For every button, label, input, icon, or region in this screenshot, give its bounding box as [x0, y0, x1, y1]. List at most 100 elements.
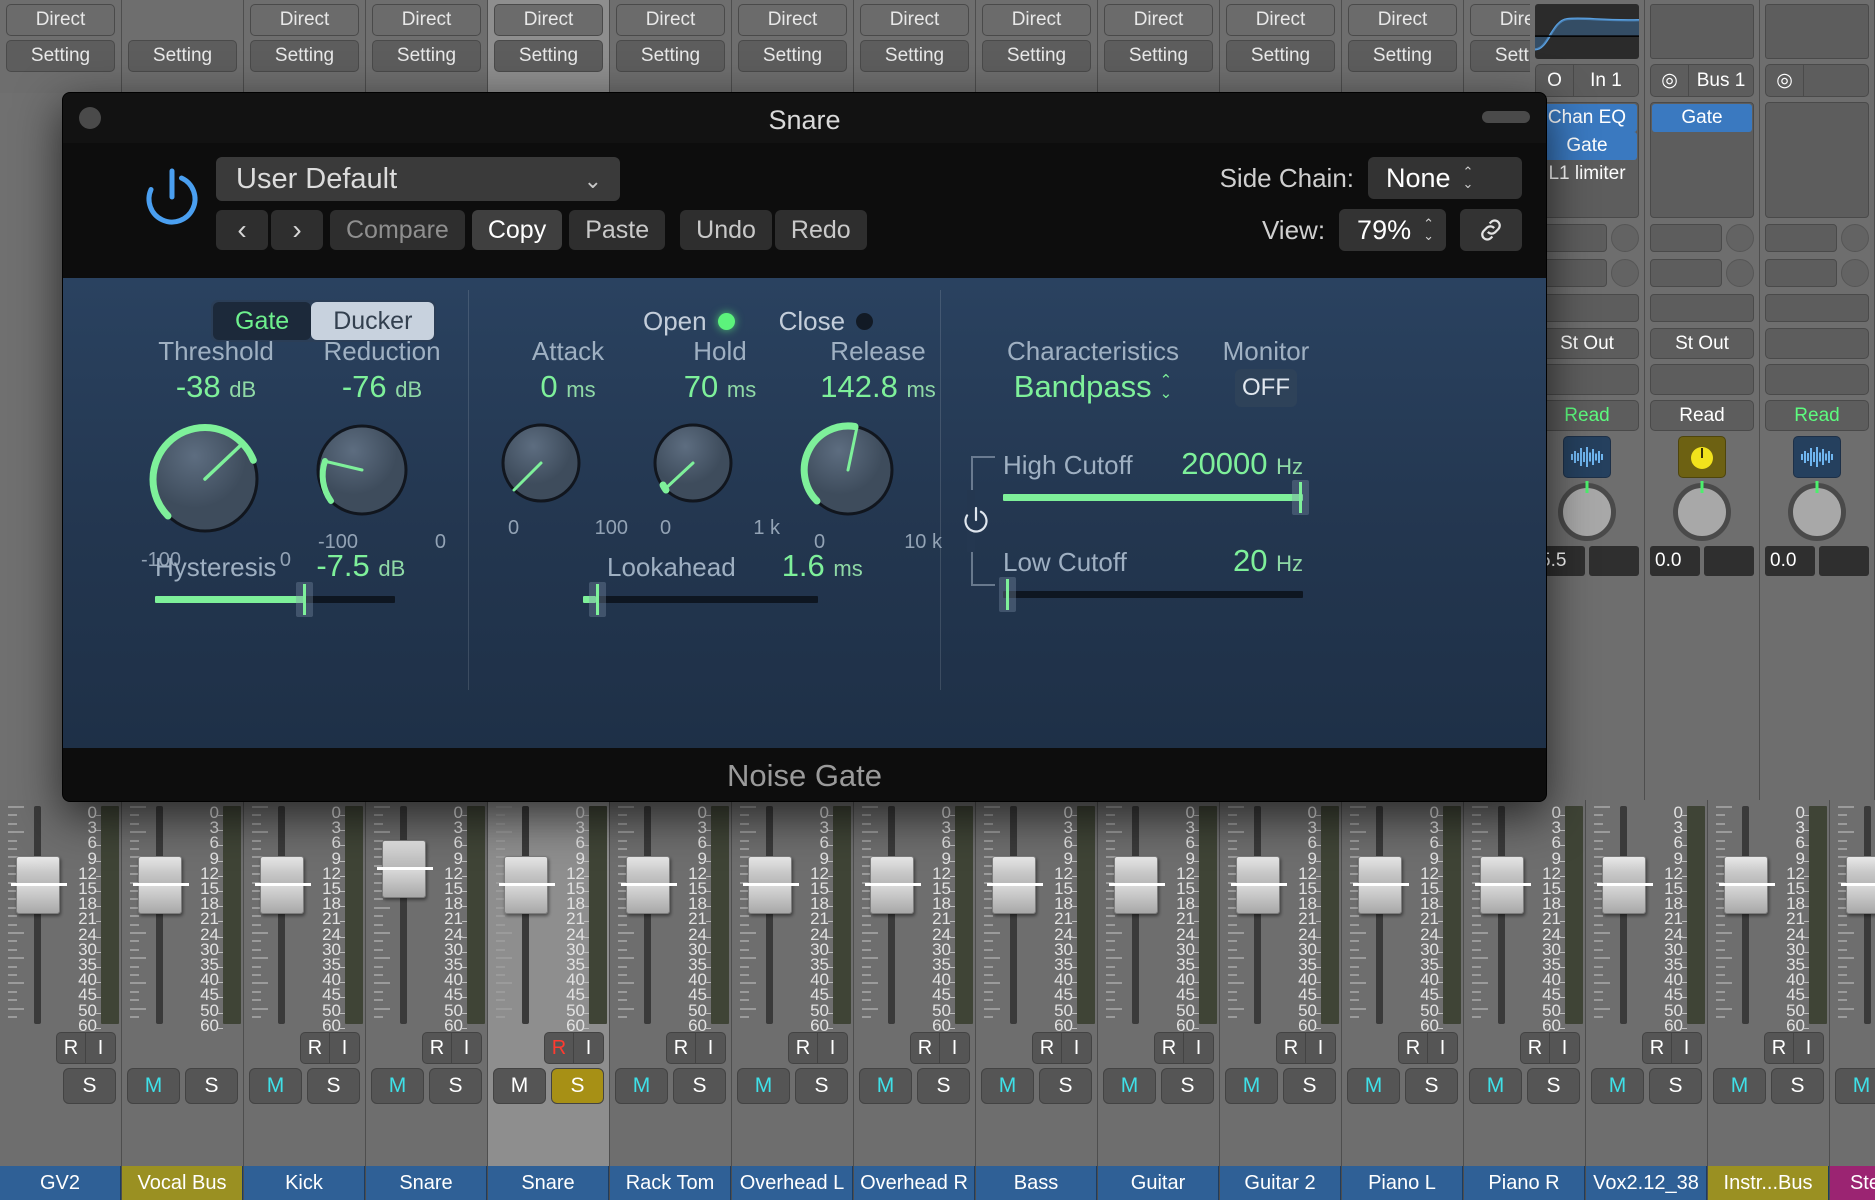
waveform-icon[interactable] [1793, 436, 1841, 478]
undo-button[interactable]: Undo [680, 210, 772, 250]
insert-slot[interactable]: L1 limiter [1537, 160, 1637, 188]
channel-name-tab[interactable]: Vox2.12_38 [1586, 1166, 1707, 1200]
fader-track[interactable] [522, 806, 529, 1024]
pan-value[interactable] [1589, 546, 1639, 576]
fader-handle[interactable] [260, 856, 304, 914]
insert-slot-empty[interactable] [1767, 132, 1867, 160]
mute-button[interactable]: M [1713, 1068, 1766, 1104]
setting-button[interactable]: Setting [1104, 40, 1213, 72]
solo-button[interactable]: S [1039, 1068, 1092, 1104]
setting-button[interactable]: Setting [616, 40, 725, 72]
fader-handle[interactable] [1114, 856, 1158, 914]
eq-curve-thumbnail[interactable] [1535, 4, 1639, 59]
direct-button[interactable]: Direct [738, 4, 847, 36]
solo-button[interactable]: S [1161, 1068, 1214, 1104]
mute-button[interactable]: M [1835, 1068, 1875, 1104]
send-level-knob[interactable] [1726, 224, 1754, 252]
record-enable-button[interactable]: R [1764, 1032, 1794, 1064]
fader-handle[interactable] [138, 856, 182, 914]
fader-track[interactable] [1620, 806, 1627, 1024]
channel-name-tab[interactable]: Snare [488, 1166, 609, 1200]
group-slot[interactable] [1765, 364, 1869, 395]
insert-slot[interactable]: Gate [1537, 132, 1637, 160]
fader-handle[interactable] [382, 840, 426, 898]
slider-hysteresis[interactable]: Hysteresis -7.5 dB [155, 548, 395, 603]
fader-handle[interactable] [504, 856, 548, 914]
send-destination[interactable] [1765, 294, 1869, 322]
fader-handle[interactable] [1846, 856, 1875, 914]
slider-track[interactable] [1003, 494, 1303, 501]
insert-slot[interactable]: Chan EQ [1537, 104, 1637, 132]
prev-preset-button[interactable]: ‹ [216, 210, 268, 250]
next-preset-button[interactable]: › [271, 210, 323, 250]
paste-button[interactable]: Paste [569, 210, 665, 250]
channel-name-tab[interactable]: Rack Tom [610, 1166, 731, 1200]
record-enable-button[interactable]: R [1032, 1032, 1062, 1064]
send-destination[interactable] [1765, 259, 1837, 287]
gain-value[interactable]: 0.0 [1765, 546, 1815, 576]
send-destination[interactable] [1535, 294, 1639, 322]
direct-button[interactable]: Direct [372, 4, 481, 36]
record-enable-button[interactable]: R [422, 1032, 452, 1064]
group-slot[interactable] [1535, 364, 1639, 395]
direct-button[interactable]: Direct [982, 4, 1091, 36]
fader-track[interactable] [1254, 806, 1261, 1024]
solo-button[interactable]: S [1649, 1068, 1702, 1104]
record-enable-button[interactable]: R [910, 1032, 940, 1064]
input-monitor-button[interactable]: I [574, 1032, 604, 1064]
input-monitor-button[interactable]: I [86, 1032, 116, 1064]
redo-button[interactable]: Redo [775, 210, 867, 250]
filter-power-icon[interactable] [959, 502, 993, 541]
slider-track[interactable] [155, 596, 395, 603]
channel-name-tab[interactable]: Snare [366, 1166, 487, 1200]
pan-knob-icon[interactable] [1678, 436, 1726, 478]
record-enable-button[interactable]: R [1520, 1032, 1550, 1064]
setting-button[interactable]: Setting [494, 40, 603, 72]
fader-handle[interactable] [1236, 856, 1280, 914]
preset-selector[interactable]: User Default ⌄ [216, 157, 620, 201]
channel-name-tab[interactable]: Guitar [1098, 1166, 1219, 1200]
pan-knob[interactable] [1788, 483, 1846, 541]
side-chain-select[interactable]: None ⌃⌄ [1368, 157, 1522, 199]
fader-handle[interactable] [626, 856, 670, 914]
fader-track[interactable] [1742, 806, 1749, 1024]
input-monitor-button[interactable]: I [1794, 1032, 1824, 1064]
fader-track[interactable] [1376, 806, 1383, 1024]
channel-name-tab[interactable]: Kick [244, 1166, 365, 1200]
input-monitor-button[interactable]: I [818, 1032, 848, 1064]
insert-slot-empty[interactable] [1537, 188, 1637, 216]
direct-button[interactable]: Direct [1226, 4, 1335, 36]
automation-mode-button[interactable]: Read [1535, 400, 1639, 431]
link-button[interactable] [1460, 209, 1522, 251]
io-assignment-row[interactable]: ◎ [1765, 64, 1869, 97]
monitor-control[interactable]: Monitor OFF [1201, 336, 1331, 407]
record-enable-button[interactable]: R [1398, 1032, 1428, 1064]
fader-handle[interactable] [16, 856, 60, 914]
view-zoom-select[interactable]: 79% ⌃⌄ [1339, 209, 1446, 251]
channel-name-tab[interactable]: Overhead L [732, 1166, 853, 1200]
mute-button[interactable]: M [615, 1068, 668, 1104]
output-assign-button[interactable]: St Out [1535, 328, 1639, 359]
compare-button[interactable]: Compare [330, 210, 465, 250]
monitor-toggle-button[interactable]: OFF [1235, 369, 1297, 407]
knob-dial[interactable] [645, 415, 795, 511]
slider-thumb[interactable] [296, 582, 313, 617]
pan-value[interactable] [1819, 546, 1869, 576]
pan-knob[interactable] [1558, 483, 1616, 541]
fader-track[interactable] [156, 806, 163, 1024]
slider-track[interactable] [1003, 591, 1303, 598]
knob-dial[interactable] [307, 415, 457, 525]
io-assignment-row[interactable]: ◎Bus 1 [1650, 64, 1754, 97]
knob-reduction[interactable]: Reduction -76 dB -1000 [307, 336, 457, 554]
direct-button[interactable]: Direct [616, 4, 725, 36]
setting-button[interactable]: Setting [1348, 40, 1457, 72]
characteristics-control[interactable]: Characteristics Bandpass ⌃⌄ [993, 336, 1193, 405]
input-monitor-button[interactable]: I [1306, 1032, 1336, 1064]
record-enable-button[interactable]: R [56, 1032, 86, 1064]
solo-button[interactable]: S [185, 1068, 238, 1104]
setting-button[interactable]: Setting [250, 40, 359, 72]
channel-name-tab[interactable]: Piano L [1342, 1166, 1463, 1200]
slider-low-cutoff[interactable]: Low Cutoff 20 Hz [1003, 543, 1303, 598]
send-destination[interactable] [1650, 294, 1754, 322]
plugin-titlebar[interactable]: Snare [63, 93, 1546, 143]
